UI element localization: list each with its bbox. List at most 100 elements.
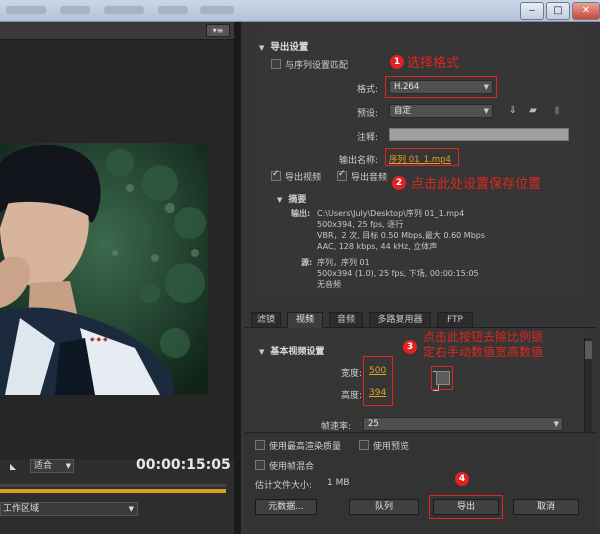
titlebar-blur [158, 6, 188, 14]
settings-tabs: 滤镜 视频 音频 多路复用器 FTP [245, 312, 597, 328]
match-sequence-label: 与序列设置匹配 [285, 61, 349, 71]
collapse-triangle-icon: ▼ [259, 348, 265, 356]
export-video-label: 导出视频 [285, 173, 322, 183]
chevron-down-icon: ▼ [128, 505, 134, 513]
summary-output-line: AAC, 128 kbps, 44 kHz, 立体声 [317, 242, 438, 251]
annotation-text-2: 点击此处设置保存位置 [411, 177, 542, 192]
annotation-text-1: 选择格式 [407, 56, 460, 71]
annotation-badge-3: 3 [403, 340, 417, 354]
minimize-button[interactable]: ‒ [520, 2, 544, 20]
export-video-checkbox[interactable] [271, 169, 281, 181]
use-preview-checkbox[interactable] [359, 440, 369, 450]
timeline-track[interactable] [0, 484, 226, 487]
width-label: 宽度: [341, 369, 363, 379]
max-render-quality-checkbox[interactable] [255, 440, 265, 450]
timeline-work-area[interactable] [0, 489, 226, 493]
fps-label: 帧速率: [321, 422, 352, 432]
annotation-box-format [385, 76, 497, 98]
file-size-value: 1 MB [327, 478, 350, 488]
annotation-box-export [429, 495, 503, 519]
summary-source-line: 序列，序列 01 [317, 258, 370, 267]
summary-source-line: 500x394 (1.0), 25 fps, 下场, 00:00:15:05 [317, 269, 479, 278]
video-frame-image: ◆ ◆ ◆ [0, 143, 208, 395]
tab-ftp[interactable]: FTP [437, 312, 473, 328]
titlebar-blur [200, 6, 234, 14]
summary-output-line: 500x394, 25 fps, 逐行 [317, 220, 404, 229]
delete-preset-icon[interactable]: ▮ [551, 105, 563, 116]
summary-output-label: 输出: [291, 209, 311, 218]
basic-video-title: 基本视频设置 [270, 347, 325, 357]
import-preset-icon[interactable]: ▰ [527, 105, 539, 116]
export-settings-title: 导出设置 [270, 42, 309, 53]
fit-select-value: 适合 [34, 461, 53, 471]
chevron-down-icon: ▼ [553, 420, 559, 428]
preview-toolbar: ▾≡ [0, 22, 240, 40]
chevron-down-icon: ▼ [65, 462, 71, 470]
save-preset-icon[interactable]: ⇓ [507, 105, 519, 116]
export-audio-checkbox[interactable] [337, 169, 347, 181]
frame-blend-label: 使用帧混合 [269, 462, 315, 472]
format-label: 格式: [357, 85, 379, 95]
close-button[interactable]: ✕ [572, 2, 600, 20]
queue-button[interactable]: 队列 [349, 499, 419, 515]
timecode-display: 00:00:15:05 [136, 457, 231, 473]
frame-blend-checkbox[interactable] [255, 460, 265, 470]
window-titlebar: ‒ □ ✕ [0, 0, 600, 22]
preview-area: ◆ ◆ ◆ [0, 40, 240, 460]
summary-title: 摘要 [288, 195, 307, 205]
in-point-icon[interactable]: ◣ [10, 462, 16, 471]
source-range-select[interactable]: 工作区域 ▼ [0, 502, 138, 516]
titlebar-blur [6, 6, 46, 14]
summary-output-line: C:\Users\July\Desktop\序列 01_1.mp4 [317, 209, 465, 218]
cancel-button[interactable]: 取消 [513, 499, 579, 515]
preset-select[interactable]: 自定 ▼ [389, 104, 493, 118]
scrollbar-thumb[interactable] [585, 341, 592, 359]
summary-source-label: 源: [301, 258, 313, 267]
comment-label: 注释: [357, 133, 379, 143]
annotation-badge-1: 1 [390, 55, 404, 69]
height-label: 高度: [341, 391, 363, 401]
maximize-button[interactable]: □ [546, 2, 570, 20]
tab-filters[interactable]: 滤镜 [251, 312, 281, 328]
annotation-badge-4: 4 [455, 472, 469, 486]
match-sequence-checkbox[interactable] [271, 59, 281, 69]
max-render-quality-label: 使用最高渲染质量 [269, 442, 342, 452]
export-audio-label: 导出音频 [351, 173, 388, 183]
fps-select[interactable]: 25 ▼ [363, 417, 563, 431]
basic-video-header[interactable]: ▼ 基本视频设置 [259, 344, 324, 357]
summary-source-line: 无音频 [317, 280, 341, 289]
annotation-box-dimensions [363, 356, 393, 406]
annotation-text-3a: 点击此按钮去除比例锁 [423, 330, 544, 344]
annotation-box-output-name [385, 148, 459, 166]
settings-scrollbar[interactable] [584, 338, 592, 434]
annotation-text-3b: 定右手动数值宽高数值 [423, 345, 544, 359]
fps-select-value: 25 [368, 419, 379, 429]
collapse-triangle-icon: ▼ [277, 196, 283, 204]
tab-audio[interactable]: 音频 [329, 312, 363, 328]
tab-video[interactable]: 视频 [287, 312, 323, 328]
use-preview-label: 使用预览 [373, 442, 410, 452]
video-frame-illustration: ◆ ◆ ◆ [0, 143, 208, 395]
titlebar-blur [60, 6, 90, 14]
tab-multiplexer[interactable]: 多路复用器 [369, 312, 431, 328]
chevron-down-icon: ▼ [483, 107, 489, 115]
output-name-label: 输出名称: [339, 156, 379, 166]
collapse-triangle-icon: ▼ [259, 44, 265, 52]
source-range-value: 工作区域 [3, 504, 40, 514]
preset-label: 预设: [357, 109, 379, 119]
annotation-box-lock [431, 366, 453, 390]
fit-select[interactable]: 适合 ▼ [30, 459, 74, 473]
panel-menu-icon[interactable]: ▾≡ [206, 24, 230, 37]
source-preview-panel: ▾≡ ◆ ◆ ◆ ◣ 适合 ▼ 00:00:15:05 工作区域 ▼ [0, 22, 240, 534]
annotation-badge-2: 2 [392, 176, 406, 190]
metadata-button[interactable]: 元数据... [255, 499, 317, 515]
svg-text:◆ ◆ ◆: ◆ ◆ ◆ [90, 336, 108, 343]
summary-header[interactable]: ▼ 摘要 [277, 192, 306, 205]
export-settings-header[interactable]: ▼ 导出设置 [259, 39, 308, 53]
titlebar-blur [104, 6, 144, 14]
export-settings-panel: ▼ 导出设置 与序列设置匹配 格式: H.264 ▼ 1 选择格式 预设: 自定 … [240, 22, 600, 534]
transport-bar: ◣ 适合 ▼ 00:00:15:05 [0, 452, 234, 478]
comment-input[interactable] [389, 128, 569, 141]
summary-output-line: VBR，2 次, 目标 0.50 Mbps,最大 0.60 Mbps [317, 231, 486, 240]
preset-select-value: 自定 [394, 106, 412, 116]
